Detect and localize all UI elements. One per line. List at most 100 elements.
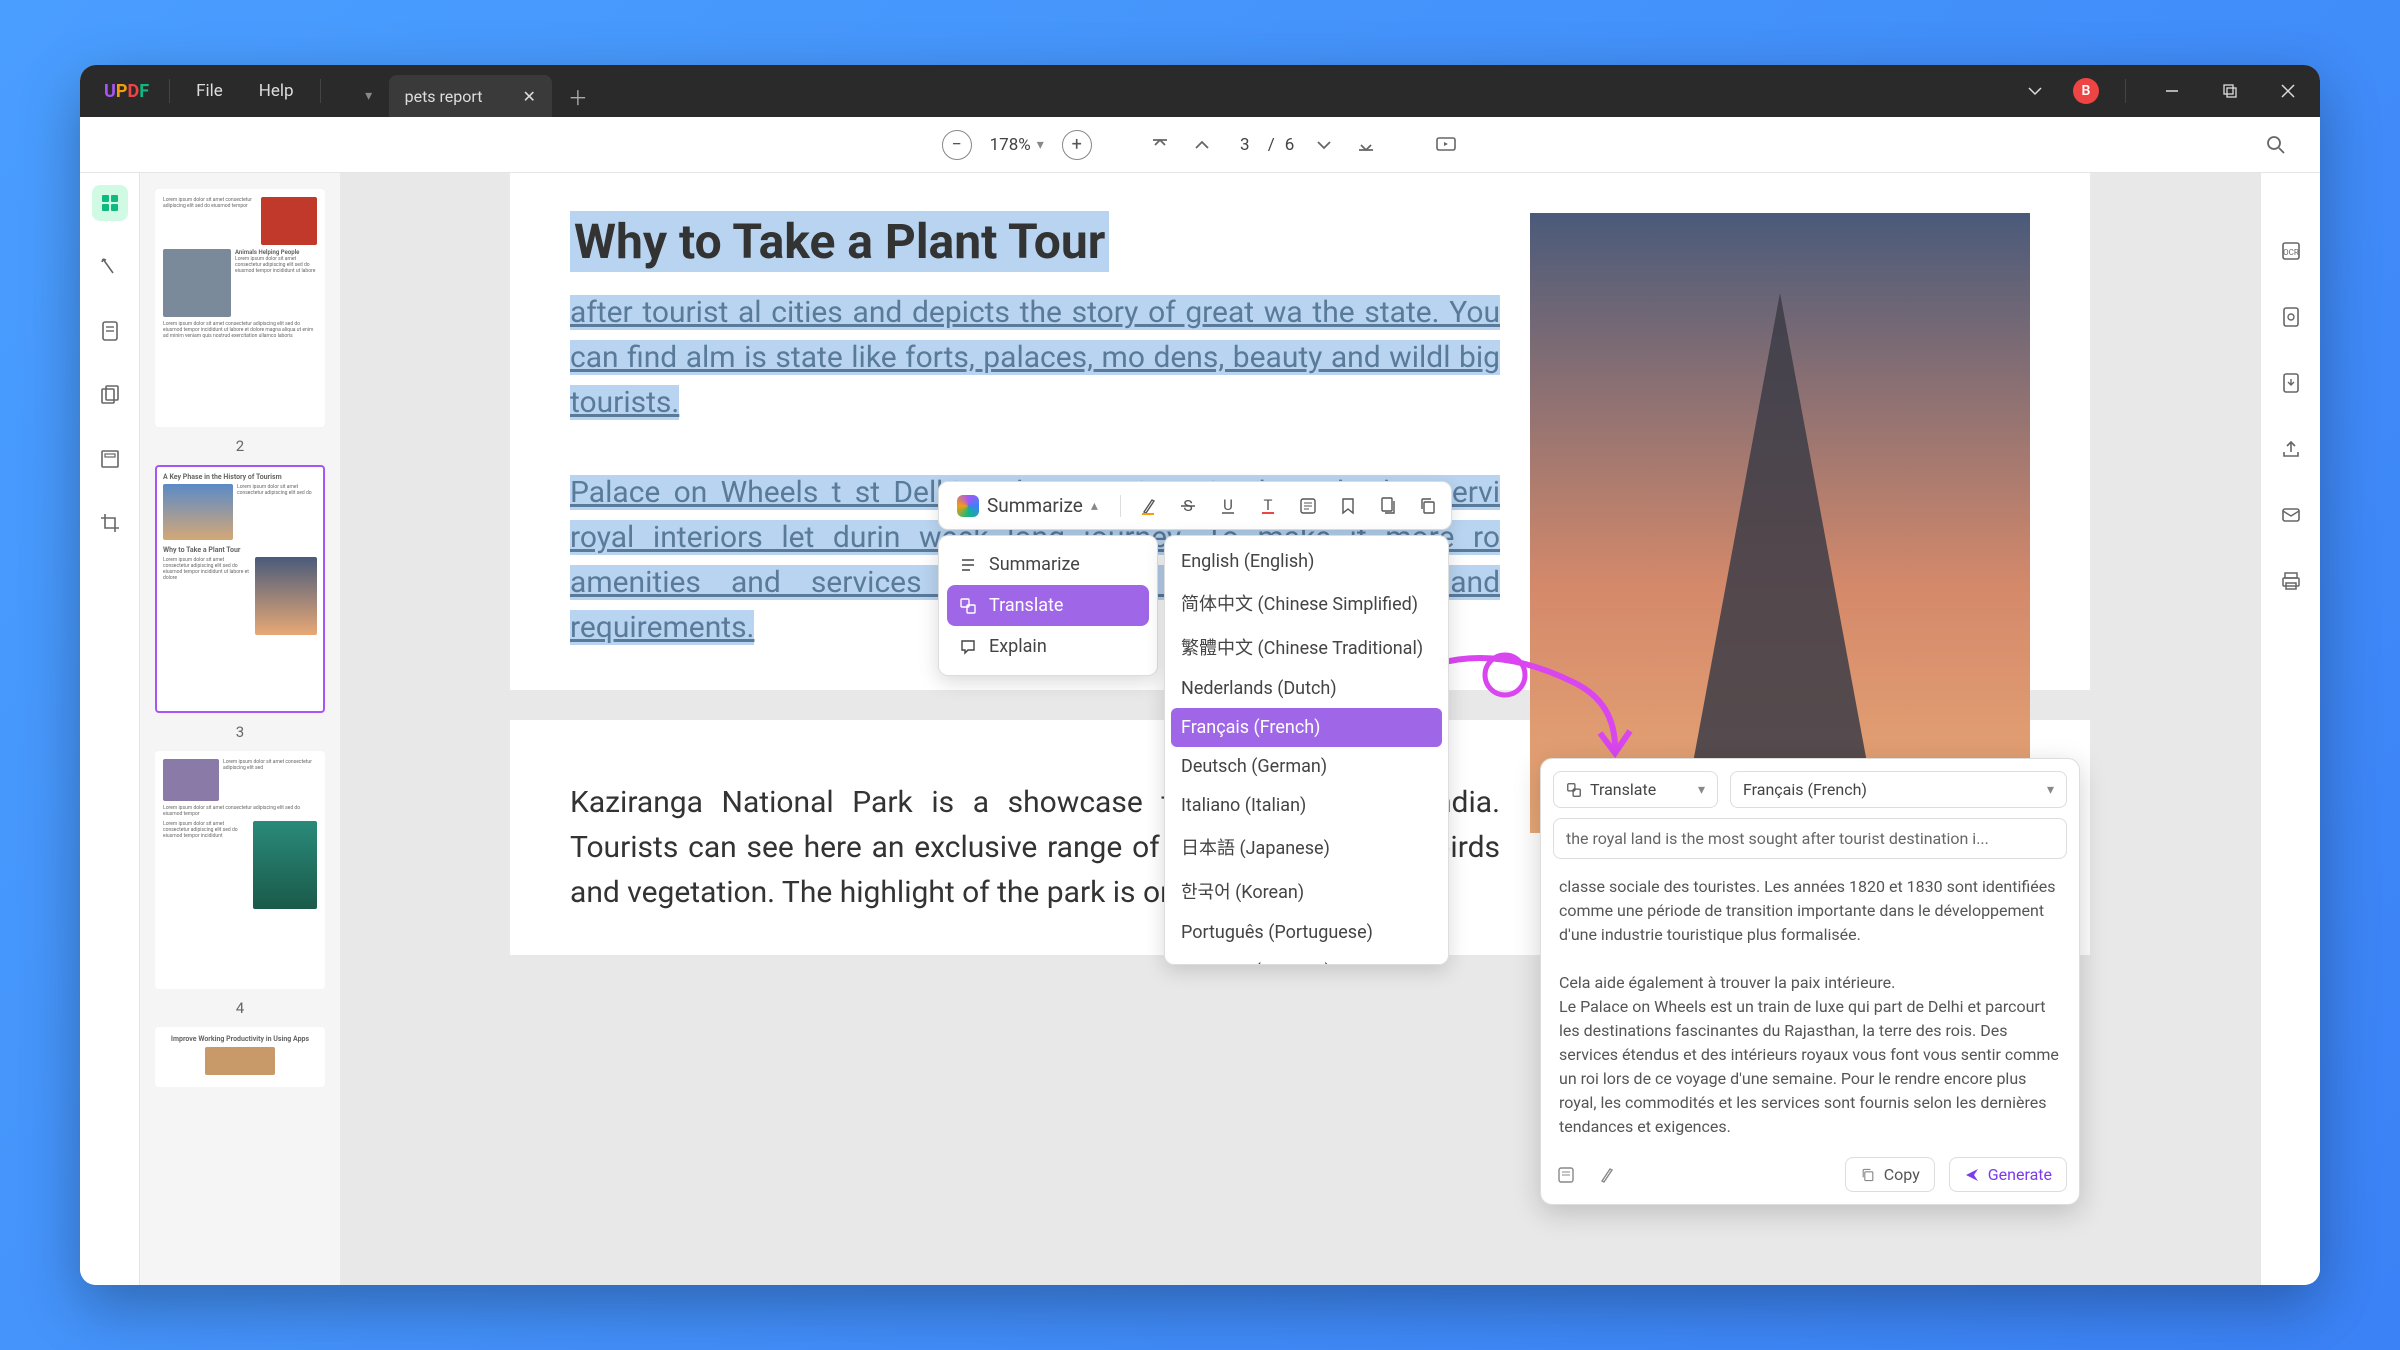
export-icon[interactable] [2273, 365, 2309, 401]
next-page-button[interactable] [1312, 133, 1336, 157]
translate-mode-select[interactable]: Translate ▾ [1553, 771, 1718, 808]
lang-option-russian[interactable]: Русский (Russian) [1165, 952, 1448, 965]
thumbnails-icon[interactable] [92, 185, 128, 221]
thumbnail-panel: Lorem ipsum dolor sit amet consectetur a… [140, 173, 340, 1285]
page-current-input[interactable] [1232, 135, 1258, 155]
thumb-label: 2 [236, 437, 244, 455]
send-icon [1964, 1167, 1980, 1183]
close-button[interactable] [2268, 71, 2308, 111]
maximize-button[interactable] [2210, 71, 2250, 111]
page-thumbnail[interactable]: A Key Phase in the History of Tourism Lo… [155, 465, 325, 713]
user-avatar[interactable]: B [2073, 78, 2099, 104]
menu-file[interactable]: File [178, 81, 241, 101]
insert-note-icon[interactable] [1553, 1162, 1579, 1188]
document-viewport[interactable]: Why to Take a Plant Tour after tourist a… [340, 173, 2260, 1285]
lang-option-dutch[interactable]: Nederlands (Dutch) [1165, 669, 1448, 708]
presentation-button[interactable] [1434, 133, 1458, 157]
prev-page-button[interactable] [1190, 133, 1214, 157]
app-logo: UPDF [92, 81, 161, 102]
lang-option-portuguese[interactable]: Português (Portuguese) [1165, 913, 1448, 952]
bookmark-icon[interactable] [1335, 493, 1361, 519]
ai-summarize-button[interactable]: Summarize ▴ [949, 490, 1106, 521]
minimize-button[interactable] [2152, 71, 2192, 111]
titlebar: UPDF File Help ▾ pets report ✕ ＋ B [80, 65, 2320, 117]
chevron-down-icon[interactable] [2015, 71, 2055, 111]
edit-tool-icon[interactable] [92, 313, 128, 349]
main-area: Lorem ipsum dolor sit amet consectetur a… [80, 173, 2320, 1285]
translation-output: classe sociale des touristes. Les années… [1553, 871, 2067, 1143]
comment-tool-icon[interactable] [92, 249, 128, 285]
zoom-in-button[interactable]: + [1062, 130, 1092, 160]
lang-option-japanese[interactable]: 日本語 (Japanese) [1165, 825, 1448, 869]
search-button[interactable] [2260, 129, 2292, 161]
tab-document[interactable]: pets report ✕ [389, 75, 552, 117]
text-color-icon[interactable]: T [1255, 493, 1281, 519]
page-thumbnail[interactable]: Lorem ipsum dolor sit amet consectetur a… [155, 189, 325, 427]
first-page-button[interactable] [1148, 133, 1172, 157]
lang-option-chinese-simplified[interactable]: 简体中文 (Chinese Simplified) [1165, 581, 1448, 625]
underline-icon[interactable]: U [1215, 493, 1241, 519]
page-tool-icon[interactable] [92, 377, 128, 413]
generate-button[interactable]: Generate [1949, 1157, 2067, 1192]
print-icon[interactable] [2273, 563, 2309, 599]
crop-tool-icon[interactable] [92, 505, 128, 541]
highlight-result-icon[interactable] [1593, 1162, 1619, 1188]
target-language-select[interactable]: Français (French) ▾ [1730, 771, 2067, 808]
highlighted-text: after tourist al cities and depicts the … [570, 295, 1500, 420]
note-icon[interactable] [1295, 493, 1321, 519]
right-rail: OCR [2260, 173, 2320, 1285]
page-thumbnail[interactable]: Improve Working Productivity in Using Ap… [155, 1027, 325, 1087]
form-tool-icon[interactable] [92, 441, 128, 477]
share-icon[interactable] [2273, 431, 2309, 467]
strikethrough-icon[interactable]: S [1175, 493, 1201, 519]
lang-option-korean[interactable]: 한국어 (Korean) [1165, 869, 1448, 913]
thumb-label: 3 [236, 723, 244, 741]
tab-add-button[interactable]: ＋ [552, 82, 604, 111]
highlight-color-icon[interactable] [1135, 493, 1161, 519]
copy-icon[interactable] [1415, 493, 1441, 519]
protect-icon[interactable] [2273, 299, 2309, 335]
page-total: 6 [1285, 135, 1295, 155]
source-text-preview: the royal land is the most sought after … [1553, 818, 2067, 859]
ai-action-dropdown: Summarize Translate Explain [938, 535, 1158, 676]
left-rail [80, 173, 140, 1285]
zoom-out-button[interactable]: − [942, 130, 972, 160]
chat-icon [959, 638, 977, 656]
list-icon [959, 556, 977, 574]
page-indicator: / 6 [1232, 135, 1295, 155]
lang-option-english[interactable]: English (English) [1165, 542, 1448, 581]
page-title: Why to Take a Plant Tour [570, 211, 1109, 272]
dropdown-item-explain[interactable]: Explain [947, 626, 1149, 667]
zoom-level-select[interactable]: 178%▾ [990, 135, 1044, 155]
copy-icon [1860, 1167, 1876, 1183]
translate-panel: Translate ▾ Français (French) ▾ the roya… [1540, 758, 2080, 1205]
ai-sparkle-icon [957, 495, 979, 517]
close-icon[interactable]: ✕ [522, 87, 535, 106]
lang-option-french[interactable]: Français (French) [1171, 708, 1442, 747]
menu-help[interactable]: Help [241, 81, 312, 101]
lang-option-chinese-traditional[interactable]: 繁體中文 (Chinese Traditional) [1165, 625, 1448, 669]
last-page-button[interactable] [1354, 133, 1378, 157]
language-dropdown: English (English) 简体中文 (Chinese Simplifi… [1164, 535, 1449, 965]
page-thumbnail[interactable]: Lorem ipsum dolor sit amet consectetur a… [155, 751, 325, 989]
page-image-eiffel [1530, 213, 2030, 833]
tab-bar: ▾ pets report ✕ ＋ [349, 65, 604, 117]
thumb-label: 4 [236, 999, 244, 1017]
copy-button[interactable]: Copy [1845, 1157, 1935, 1192]
translate-icon [959, 597, 977, 615]
svg-text:OCR: OCR [2283, 248, 2299, 257]
svg-text:U: U [1223, 496, 1233, 514]
tab-label: pets report [405, 87, 483, 106]
svg-text:T: T [1263, 496, 1272, 514]
email-icon[interactable] [2273, 497, 2309, 533]
ocr-icon[interactable]: OCR [2273, 233, 2309, 269]
lang-option-italian[interactable]: Italiano (Italian) [1165, 786, 1448, 825]
link-icon[interactable] [1375, 493, 1401, 519]
dropdown-item-summarize[interactable]: Summarize [947, 544, 1149, 585]
dropdown-item-translate[interactable]: Translate [947, 585, 1149, 626]
selection-toolbar: Summarize ▴ S U T [938, 481, 1452, 530]
app-window: UPDF File Help ▾ pets report ✕ ＋ B − 178… [80, 65, 2320, 1285]
tab-home[interactable]: ▾ [349, 75, 389, 117]
toolbar: − 178%▾ + / 6 [80, 117, 2320, 173]
lang-option-german[interactable]: Deutsch (German) [1165, 747, 1448, 786]
